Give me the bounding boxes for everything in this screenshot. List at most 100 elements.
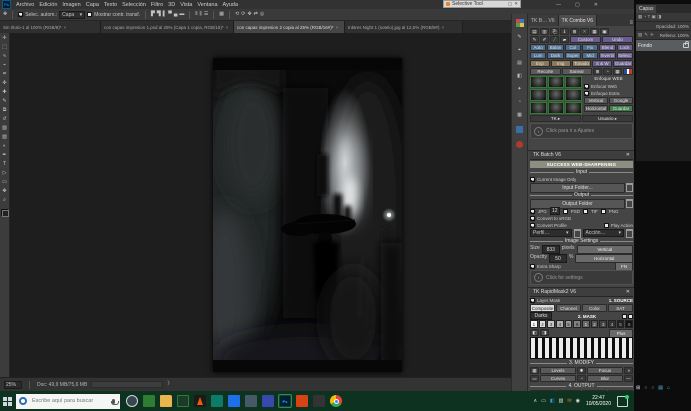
color-button[interactable]: Color xyxy=(582,304,607,312)
tray-status-icon[interactable]: ◉ xyxy=(576,398,580,404)
darks-3[interactable]: 3 xyxy=(599,320,607,328)
lights-1[interactable]: 1 xyxy=(530,320,538,328)
lights-6[interactable]: 6 xyxy=(573,320,581,328)
auto-select-dropdown[interactable]: Capa▾ xyxy=(59,11,85,19)
sw-button[interactable]: S & W xyxy=(592,60,612,67)
taskbar-clock[interactable]: 22:47 10/05/2020 xyxy=(586,395,611,408)
trash-icon[interactable] xyxy=(626,229,633,238)
menu-imagen[interactable]: Imagen xyxy=(62,2,80,8)
menu-edicion[interactable]: Edición xyxy=(39,2,57,8)
document-tab-3-active[interactable]: con capas impresion 2 copia al 25% (RGB/… xyxy=(234,21,345,33)
fill-value[interactable]: Relleno: 100% xyxy=(660,33,689,38)
duplicate-icon[interactable]: ▥ xyxy=(540,28,549,35)
mask-mode-select[interactable]: Darks xyxy=(530,312,552,320)
tif-checkbox[interactable] xyxy=(583,209,588,214)
image-button[interactable]: Img xyxy=(551,60,571,67)
balance-button[interactable]: Balan xyxy=(547,44,563,51)
language-flag-icon[interactable] xyxy=(623,68,633,75)
clone-stamp-tool[interactable]: ⧉ xyxy=(3,108,7,113)
dodge-tool[interactable]: ◐ xyxy=(3,144,6,149)
lights-3[interactable]: 3 xyxy=(547,320,555,328)
combo-settings-hint[interactable]: t Click para ir a Ajustes xyxy=(530,123,633,139)
composite-button[interactable]: Composite xyxy=(530,304,555,312)
styles-panel-icon[interactable]: ✦ xyxy=(517,87,521,92)
super-button[interactable]: Super xyxy=(565,52,581,59)
circle-icon[interactable]: ○ xyxy=(644,385,647,391)
tray-app-icon[interactable]: ▭ xyxy=(541,398,546,404)
copy-icon[interactable]: ⎘ xyxy=(550,28,559,35)
mask-option-box-2[interactable] xyxy=(628,314,633,319)
taskbar-app-indigo[interactable] xyxy=(262,395,274,407)
menu-texto[interactable]: Texto xyxy=(104,2,117,8)
taskbar-app-file-explorer[interactable] xyxy=(160,395,172,407)
preset-thumb[interactable] xyxy=(548,76,565,88)
darks-2[interactable]: 2 xyxy=(591,320,599,328)
extra-sharp-checkbox[interactable] xyxy=(530,264,535,269)
pen-tool[interactable]: ✒ xyxy=(2,153,6,158)
eraser-tool[interactable]: ▨ xyxy=(2,126,7,131)
selective-tool-window[interactable]: Selective Tool ▢ ✕ xyxy=(443,0,521,8)
gradient-tool[interactable]: ▧ xyxy=(2,135,7,140)
canvas-area[interactable] xyxy=(10,33,511,377)
size-field[interactable]: 833 xyxy=(542,245,560,254)
delete-icon[interactable]: ✕ xyxy=(580,28,589,35)
taskbar-search[interactable] xyxy=(16,394,120,409)
tab-capas[interactable]: Capas xyxy=(636,5,656,13)
mask-option-box-1[interactable] xyxy=(622,314,627,319)
circle-icon[interactable]: ○ xyxy=(651,385,654,391)
auto-select-checkbox[interactable] xyxy=(18,12,23,17)
half-mask-2-icon[interactable]: ◨ xyxy=(540,329,549,336)
taskbar-app-chrome[interactable] xyxy=(330,395,342,407)
filter-smart-icon[interactable]: ◨ xyxy=(657,15,661,20)
path-select-tool[interactable]: ▷ xyxy=(3,171,7,176)
mask-thumb-2-icon[interactable]: ▭ xyxy=(530,375,539,382)
close-icon[interactable]: ✕ xyxy=(626,289,630,295)
menu-capa[interactable]: Capa xyxy=(86,2,99,8)
canvas-image[interactable] xyxy=(213,58,402,372)
lights-5[interactable]: 5 xyxy=(565,320,573,328)
save-button[interactable]: Guardar xyxy=(613,60,633,67)
contrast-small-icon[interactable]: ◔ xyxy=(603,68,612,75)
psd-checkbox[interactable] xyxy=(563,209,568,214)
3d-slide-icon[interactable]: ⇄ xyxy=(254,12,258,17)
grid-icon[interactable]: ⊞ xyxy=(636,385,640,391)
align-top-icon[interactable]: ▀ xyxy=(168,12,172,17)
mask-preview-keys[interactable] xyxy=(530,337,633,359)
home-icon[interactable]: ⌂ xyxy=(667,385,670,391)
opacity-value[interactable]: Opacidad: 100% xyxy=(656,24,689,29)
move-tool-icon[interactable]: ✥ xyxy=(3,12,7,17)
type-tool[interactable]: T xyxy=(3,162,6,167)
distribute-vertical-icon[interactable]: ⫼ xyxy=(200,12,202,17)
lights-2[interactable]: 2 xyxy=(539,320,547,328)
half-mask-icon[interactable]: ◧ xyxy=(530,329,539,336)
3d-scale-icon[interactable]: ◎ xyxy=(260,12,264,17)
taskbar-app-photoshop-active[interactable]: Ps xyxy=(279,395,291,407)
distribute-stack-icon[interactable]: ☰ xyxy=(204,12,208,17)
close-icon[interactable]: × xyxy=(336,25,339,30)
play-action-checkbox[interactable] xyxy=(604,223,609,228)
tab-tk-combo[interactable]: TK Combo V6 xyxy=(559,15,597,26)
batch-settings-hint[interactable]: t Click for settings xyxy=(530,270,633,285)
document-tab-1[interactable]: Sin título-1 al 100% (RGB/8)* × xyxy=(0,21,101,33)
google-button[interactable]: Google xyxy=(609,97,633,104)
lasso-tool[interactable]: ∿ xyxy=(2,54,6,59)
contrast-icon[interactable]: ◑ xyxy=(624,367,633,374)
microphone-icon[interactable] xyxy=(112,399,115,404)
adjustments-panel-icon[interactable]: ◧ xyxy=(517,74,522,79)
start-button[interactable] xyxy=(3,397,12,406)
horizontal-button[interactable]: Horizontal xyxy=(584,105,608,112)
line-icon[interactable]: ╱ xyxy=(550,36,559,43)
close-icon[interactable]: × xyxy=(64,25,67,30)
3d-pan-icon[interactable]: ✥ xyxy=(247,12,251,17)
taskbar-app-camera[interactable] xyxy=(143,395,155,407)
taskbar-app-dark[interactable] xyxy=(313,395,325,407)
preset-thumb[interactable] xyxy=(530,76,547,88)
filter-adjustment-icon[interactable]: ◔ xyxy=(644,15,647,20)
select-button[interactable]: Selecc xyxy=(617,52,633,59)
minimize-button[interactable]: — xyxy=(556,2,561,8)
curves-button[interactable]: Curves xyxy=(540,375,576,382)
move-tool[interactable]: ✛ xyxy=(2,36,6,41)
trash-icon[interactable] xyxy=(626,199,633,208)
taskbar-app-cortana[interactable] xyxy=(126,395,138,407)
filter-shape-icon[interactable]: ▣ xyxy=(652,15,656,20)
